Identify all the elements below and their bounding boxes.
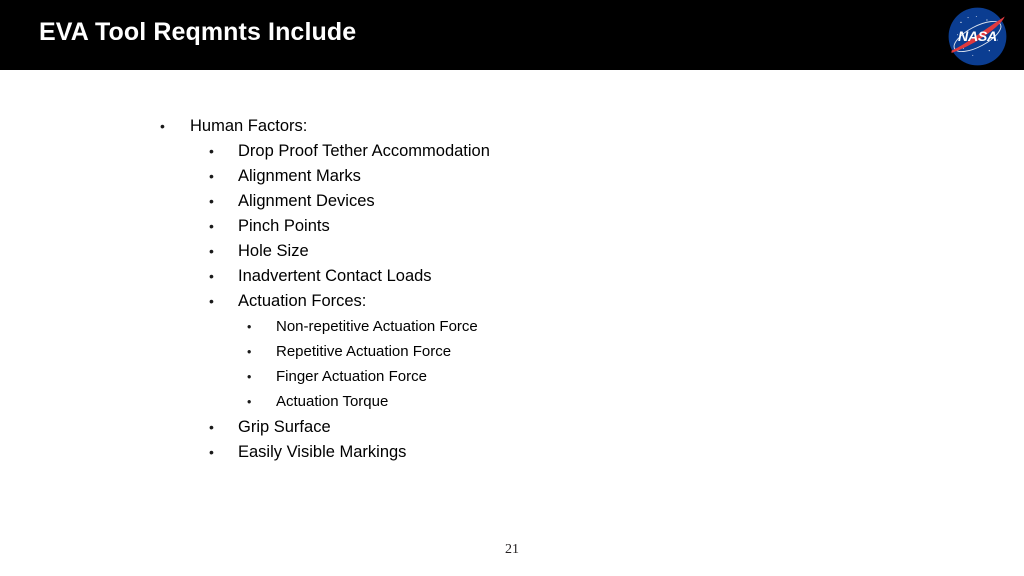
list-item: • Pinch Points xyxy=(209,217,330,236)
list-item-label: Actuation Forces: xyxy=(238,292,367,310)
list-item-label: Hole Size xyxy=(238,242,309,260)
list-item-label: Human Factors: xyxy=(190,117,308,135)
bullet-icon: • xyxy=(209,444,214,460)
list-item-label: Alignment Devices xyxy=(238,192,375,210)
list-item-label: Repetitive Actuation Force xyxy=(276,343,452,360)
list-item: • Repetitive Actuation Force xyxy=(247,343,451,360)
bullet-icon: • xyxy=(209,293,214,309)
page-number: 21 xyxy=(505,542,519,557)
list-item: • Actuation Forces: xyxy=(209,292,366,311)
bullet-icon: • xyxy=(160,118,165,134)
list-item-label: Grip Surface xyxy=(238,418,331,436)
list-item: • Alignment Marks xyxy=(209,167,361,186)
list-item-label: Inadvertent Contact Loads xyxy=(238,267,432,285)
presentation-slide: EVA Tool Reqmnts Include NASA • Human Fa… xyxy=(0,0,1024,576)
list-item-label: Alignment Marks xyxy=(238,167,361,185)
list-item: • Drop Proof Tether Accommodation xyxy=(209,142,490,161)
bullet-icon: • xyxy=(209,168,214,184)
list-item: • Grip Surface xyxy=(209,418,331,437)
slide-title: EVA Tool Reqmnts Include xyxy=(39,18,357,46)
bullet-icon: • xyxy=(209,268,214,284)
nasa-logo: NASA xyxy=(948,7,1007,66)
nasa-meatball-icon: NASA xyxy=(948,7,1007,66)
list-item-label: Pinch Points xyxy=(238,217,330,235)
bullet-icon: • xyxy=(247,370,252,384)
list-item: • Hole Size xyxy=(209,242,309,261)
bullet-icon: • xyxy=(247,345,252,359)
list-item: • Easily Visible Markings xyxy=(209,443,406,462)
list-item-label: Drop Proof Tether Accommodation xyxy=(238,142,490,160)
list-item-label: Finger Actuation Force xyxy=(276,368,427,385)
list-item: • Human Factors: xyxy=(160,117,307,136)
bullet-icon: • xyxy=(209,193,214,209)
list-item: • Finger Actuation Force xyxy=(247,368,427,385)
bullet-icon: • xyxy=(209,218,214,234)
list-item-label: Non-repetitive Actuation Force xyxy=(276,318,478,335)
nasa-wordmark: NASA xyxy=(958,29,997,45)
bullet-icon: • xyxy=(209,419,214,435)
list-item: • Inadvertent Contact Loads xyxy=(209,267,432,286)
slide-body: • Human Factors: • Drop Proof Tether Acc… xyxy=(0,70,1024,576)
bullet-icon: • xyxy=(209,243,214,259)
bullet-icon: • xyxy=(247,395,252,409)
list-item-label: Actuation Torque xyxy=(276,393,389,410)
list-item: • Alignment Devices xyxy=(209,192,375,211)
list-item: • Non-repetitive Actuation Force xyxy=(247,318,478,335)
bullet-icon: • xyxy=(247,320,252,334)
bullet-icon: • xyxy=(209,143,214,159)
list-item: • Actuation Torque xyxy=(247,393,388,410)
list-item-label: Easily Visible Markings xyxy=(238,443,407,461)
